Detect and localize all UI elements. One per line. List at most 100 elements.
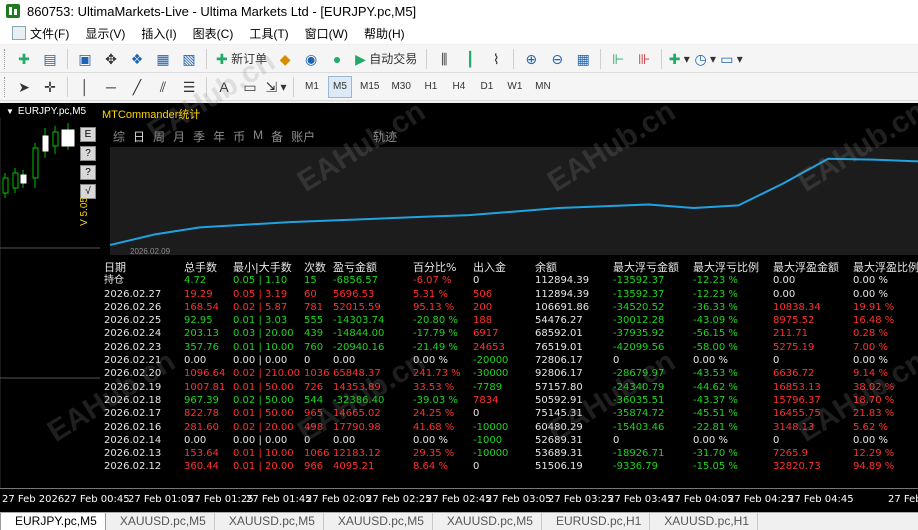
timeframe-d1[interactable]: D1 bbox=[475, 76, 499, 98]
channel-button[interactable]: ⫽ bbox=[152, 76, 174, 98]
stats-cell-maxlossp: -22.81 % bbox=[693, 421, 738, 433]
stats-cell-maxprofitp: 0.28 % bbox=[853, 328, 888, 340]
metaeditor-button[interactable]: ◆ bbox=[274, 48, 296, 70]
line-studies-toolbar: ➤ ✛ │ ─ ╱ ⫽ ☰ A ▭ ⇲ ▾ M1 M5 M15 M30 H1 H… bbox=[0, 73, 918, 101]
cursor-button[interactable]: ➤ bbox=[13, 76, 35, 98]
crosshair-icon: ✛ bbox=[44, 78, 56, 95]
stats-cell-maxlossp: -56.15 % bbox=[693, 328, 738, 340]
stats-cell-maxprofit: 10838.34 bbox=[773, 301, 821, 313]
timeframe-m5[interactable]: M5 bbox=[328, 75, 352, 98]
zoom-out-icon: ⊖ bbox=[551, 50, 564, 67]
stats-cell-date: 2026.02.18 bbox=[104, 394, 162, 406]
panel-tab-magic[interactable]: M bbox=[253, 128, 263, 145]
crosshair-button[interactable]: ✛ bbox=[39, 76, 61, 98]
toolbar-grip[interactable] bbox=[4, 76, 7, 97]
menu-insert[interactable]: 插入(I) bbox=[133, 23, 184, 43]
stats-cell-minmax: 0.01 | 50.00 bbox=[233, 408, 294, 420]
auto-scroll-button[interactable]: ⊩ bbox=[607, 48, 629, 70]
menu-window[interactable]: 窗口(W) bbox=[297, 23, 356, 43]
panel-tab-quarter[interactable]: 季 bbox=[193, 128, 205, 145]
menu-help[interactable]: 帮助(H) bbox=[356, 23, 413, 43]
panel-help-button[interactable]: ? bbox=[80, 146, 96, 161]
stats-table: 日期 总手数 最小|大手数 次数 盈亏金额 百分比% 出入金 余额 最大浮亏金额 最大浮亏比例 最大… bbox=[104, 261, 918, 474]
stats-cell-lots: 967.39 bbox=[184, 394, 219, 406]
stats-cell-lots: 1007.81 bbox=[184, 381, 226, 393]
stats-cell-balance: 68592.01 bbox=[535, 328, 583, 340]
tester-button[interactable]: ▧ bbox=[178, 48, 200, 70]
stats-cell-io: 6917 bbox=[473, 328, 499, 340]
panel-tab-track[interactable]: 轨迹 bbox=[373, 128, 397, 145]
panel-tab-currency[interactable]: 币 bbox=[233, 128, 245, 145]
zoom-in-button[interactable]: ⊕ bbox=[520, 48, 542, 70]
zoom-out-button[interactable]: ⊖ bbox=[546, 48, 568, 70]
clock-icon: ◷ bbox=[694, 50, 707, 67]
market-button[interactable]: ● bbox=[326, 48, 348, 70]
timeframe-m15[interactable]: M15 bbox=[356, 76, 383, 98]
panel-tab-day[interactable]: 日 bbox=[133, 128, 145, 145]
auto-trading-button[interactable]: ▶ 自动交易 bbox=[352, 48, 420, 70]
stats-cell-maxloss: 0 bbox=[613, 434, 620, 446]
new-chart-button[interactable]: ✚ bbox=[13, 48, 35, 70]
chart-tab[interactable]: XAUUSD.pc,M5 bbox=[106, 513, 215, 530]
chart-tab[interactable]: XAUUSD.pc,M5 bbox=[215, 513, 324, 530]
menu-tools[interactable]: 工具(T) bbox=[241, 23, 296, 43]
stats-cell-io: -1000 bbox=[473, 434, 503, 446]
market-watch-button[interactable]: ▣ bbox=[74, 48, 96, 70]
menu-file[interactable]: 文件(F) bbox=[4, 23, 77, 43]
chart-tabs: EURJPY.pc,M5 XAUUSD.pc,M5 XAUUSD.pc,M5 XAUU… bbox=[0, 512, 918, 530]
panel-tab-year[interactable]: 年 bbox=[213, 128, 225, 145]
timeframe-mn[interactable]: MN bbox=[531, 76, 555, 98]
toolbar-separator bbox=[293, 76, 294, 97]
stats-cell-count: 439 bbox=[304, 328, 324, 340]
stats-cell-maxprofit: 211.71 bbox=[773, 328, 808, 340]
panel-tab-account[interactable]: 账户 bbox=[291, 128, 315, 145]
horizontal-line-button[interactable]: ─ bbox=[100, 76, 122, 98]
templates-button[interactable]: ▭ ▾ bbox=[720, 48, 743, 70]
arrows-button[interactable]: ⇲ ▾ bbox=[265, 76, 287, 98]
data-window-button[interactable]: ✥ bbox=[100, 48, 122, 70]
indicators-button[interactable]: ✚ ▾ bbox=[668, 48, 690, 70]
trendline-button[interactable]: ╱ bbox=[126, 76, 148, 98]
label-button[interactable]: ▭ bbox=[239, 76, 261, 98]
panel-tab-month[interactable]: 月 bbox=[173, 128, 185, 145]
panel-tab-summary[interactable]: 综 bbox=[113, 128, 125, 145]
fibonacci-button[interactable]: ☰ bbox=[178, 76, 200, 98]
stats-cell-balance: 54476.27 bbox=[535, 315, 583, 327]
chart-tab[interactable]: EURUSD.pc,H1 bbox=[542, 513, 651, 530]
stats-cell-minmax: 0.00 | 0.00 bbox=[233, 355, 288, 367]
stats-cell-maxprofitp: 16.48 % bbox=[853, 315, 895, 327]
profiles-button[interactable]: ▤ bbox=[39, 48, 61, 70]
timeframe-h4[interactable]: H4 bbox=[447, 76, 471, 98]
stats-cell-maxloss: -28679.97 bbox=[613, 368, 665, 380]
menu-charts[interactable]: 图表(C) bbox=[185, 23, 242, 43]
vertical-line-button[interactable]: │ bbox=[74, 76, 96, 98]
bar-chart-button[interactable]: ⫼ bbox=[433, 48, 455, 70]
chart-shift-button[interactable]: ⊪ bbox=[633, 48, 655, 70]
menu-view[interactable]: 显示(V) bbox=[77, 23, 133, 43]
terminal-button[interactable]: ▦ bbox=[152, 48, 174, 70]
chart-tab[interactable]: XAUUSD.pc,M5 bbox=[324, 513, 433, 530]
tile-windows-button[interactable]: ▦ bbox=[572, 48, 594, 70]
panel-info-button[interactable]: ? bbox=[80, 165, 96, 180]
stats-cell-date: 2026.02.21 bbox=[104, 355, 162, 367]
timeframe-w1[interactable]: W1 bbox=[503, 76, 527, 98]
panel-expand-button[interactable]: E bbox=[80, 127, 96, 142]
line-chart-button[interactable]: ⌇ bbox=[485, 48, 507, 70]
navigator-button[interactable]: ❖ bbox=[126, 48, 148, 70]
stats-cell-maxprofitp: 94.89 % bbox=[853, 461, 895, 473]
panel-tab-week[interactable]: 周 bbox=[153, 128, 165, 145]
toolbar-grip[interactable] bbox=[4, 48, 7, 69]
candlestick-button[interactable]: ┃ bbox=[459, 48, 481, 70]
chart-tab[interactable]: XAUUSD.pc,M5 bbox=[433, 513, 542, 530]
signals-button[interactable]: ◉ bbox=[300, 48, 322, 70]
stats-cell-minmax: 0.01 | 10.00 bbox=[233, 448, 294, 460]
text-button[interactable]: A bbox=[213, 76, 235, 98]
timeframe-m1[interactable]: M1 bbox=[300, 76, 324, 98]
timeframe-m30[interactable]: M30 bbox=[387, 76, 414, 98]
periods-button[interactable]: ◷ ▾ bbox=[694, 48, 716, 70]
timeframe-h1[interactable]: H1 bbox=[419, 76, 443, 98]
new-order-button[interactable]: ✚ 新订单 bbox=[213, 48, 270, 70]
panel-tab-note[interactable]: 备 bbox=[271, 128, 283, 145]
chart-tab[interactable]: XAUUSD.pc,H1 bbox=[650, 513, 758, 530]
chart-tab[interactable]: EURJPY.pc,M5 bbox=[0, 513, 106, 530]
